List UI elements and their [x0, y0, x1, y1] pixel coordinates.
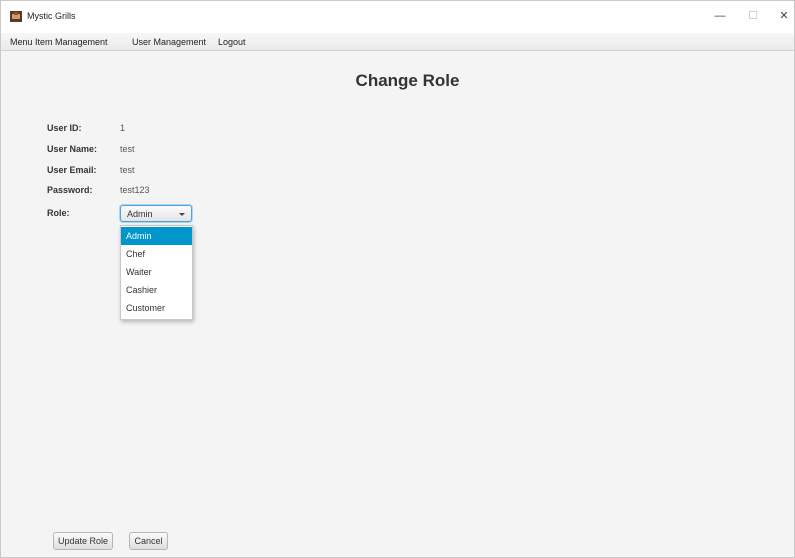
role-option-admin[interactable]: Admin [121, 227, 192, 245]
update-role-button[interactable]: Update Role [53, 532, 113, 550]
role-select-value: Admin [127, 209, 153, 219]
menu-item-user-management[interactable]: User Management [132, 37, 206, 47]
role-label: Role: [47, 208, 70, 218]
menu-item-logout[interactable]: Logout [218, 37, 246, 47]
app-window: Mystic Grills — ☐ ✕ Menu Item Management… [0, 0, 795, 558]
main-content: Change Role User ID: 1 User Name: test U… [1, 51, 794, 557]
menu-bar: Menu Item Management User Management Log… [1, 33, 794, 51]
password-value: test123 [120, 185, 150, 195]
chevron-down-icon [179, 213, 185, 216]
close-button[interactable]: ✕ [771, 7, 795, 25]
password-label: Password: [47, 185, 93, 195]
role-option-cashier[interactable]: Cashier [121, 281, 192, 299]
role-option-customer[interactable]: Customer [121, 299, 192, 317]
cancel-button[interactable]: Cancel [129, 532, 168, 550]
user-name-label: User Name: [47, 144, 98, 154]
user-email-value: test [120, 165, 135, 175]
menu-item-menu-item-management[interactable]: Menu Item Management [10, 37, 108, 47]
user-name-value: test [120, 144, 135, 154]
role-dropdown-list: Admin Chef Waiter Cashier Customer [120, 225, 193, 320]
minimize-button[interactable]: — [707, 7, 733, 25]
role-option-chef[interactable]: Chef [121, 245, 192, 263]
window-title: Mystic Grills [27, 11, 76, 21]
user-email-label: User Email: [47, 165, 97, 175]
page-title: Change Role [355, 71, 460, 90]
role-option-waiter[interactable]: Waiter [121, 263, 192, 281]
app-logo-icon [10, 11, 22, 22]
user-id-value: 1 [120, 123, 126, 133]
user-id-label: User ID: [47, 123, 82, 133]
role-select[interactable]: Admin [120, 205, 192, 222]
maximize-button[interactable]: ☐ [740, 7, 766, 25]
title-bar[interactable]: Mystic Grills — ☐ ✕ [1, 1, 794, 33]
